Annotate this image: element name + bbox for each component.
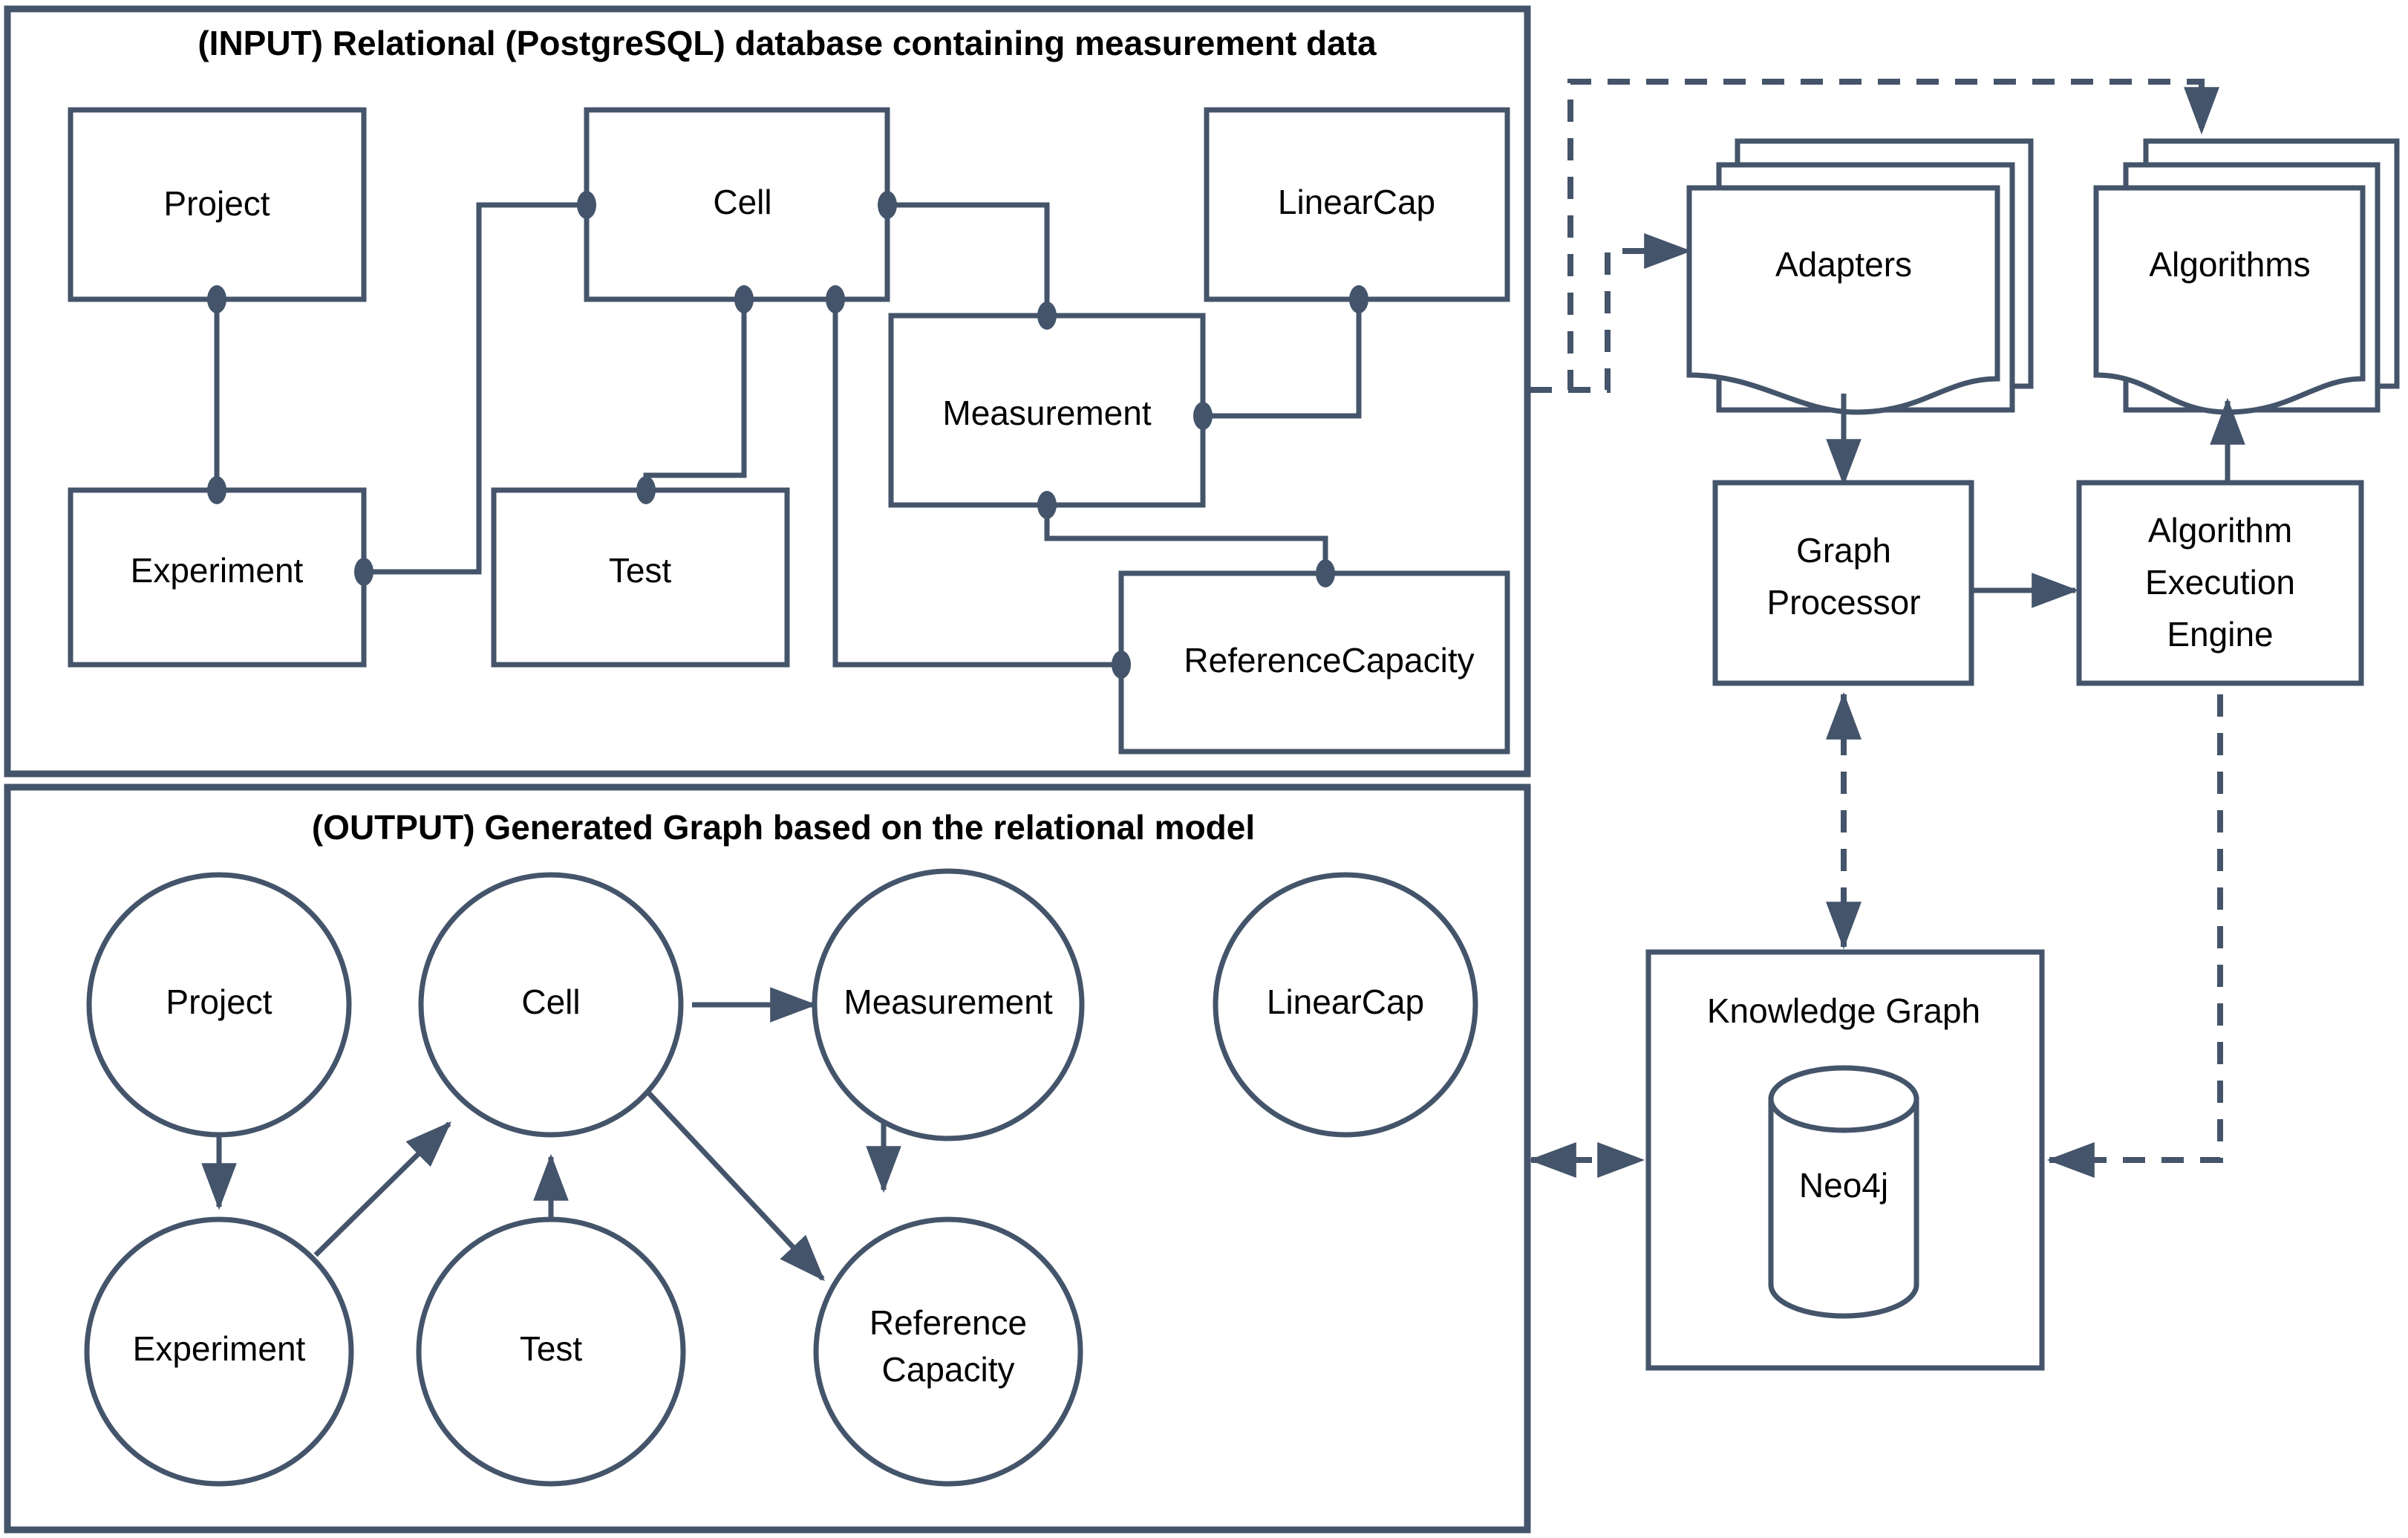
algorithm-engine-label-line1: Algorithm (2148, 511, 2292, 550)
architecture-diagram: (INPUT) Relational (PostgreSQL) database… (4, 5, 2400, 1534)
knowledge-graph-label: Knowledge Graph (1707, 991, 1980, 1030)
adapters-label: Adapters (1775, 245, 1912, 284)
adapters-sheet-front (1686, 185, 2000, 415)
output-node-measurement[interactable]: Measurement (812, 868, 1085, 1141)
graph-processor-box[interactable]: Graph Processor (1712, 480, 1974, 686)
input-table-measurement[interactable]: Measurement (888, 313, 1206, 508)
output-node-project-label: Project (166, 983, 272, 1021)
relation-dot (826, 285, 845, 313)
algorithm-execution-engine-box[interactable]: Algorithm Execution Engine (2076, 480, 2364, 686)
input-table-linearcap[interactable]: LinearCap (1204, 107, 1510, 302)
relation-dot (207, 285, 226, 313)
relation-dot (636, 476, 656, 504)
relation-dot (878, 191, 897, 219)
algorithms-stack[interactable]: Algorithms (2093, 138, 2400, 415)
diagram-canvas: (INPUT) Relational (PostgreSQL) database… (0, 0, 2408, 1538)
input-table-project[interactable]: Project (68, 107, 367, 302)
knowledge-graph-box[interactable]: Knowledge Graph Neo4j (1645, 949, 2045, 1371)
input-table-cell[interactable]: Cell (584, 107, 890, 302)
output-node-referencecapacity-label-line1: Reference (869, 1303, 1027, 1342)
output-node-test[interactable]: Test (416, 1216, 686, 1487)
input-table-measurement-label: Measurement (942, 394, 1151, 432)
output-node-cell-label: Cell (521, 983, 580, 1021)
neo4j-label: Neo4j (1799, 1166, 1888, 1205)
input-table-referencecapacity-label: ReferenceCapacity (1184, 641, 1474, 680)
relation-dot (577, 191, 596, 219)
input-table-test[interactable]: Test (491, 487, 790, 668)
output-node-cell[interactable]: Cell (418, 872, 684, 1138)
output-node-test-label: Test (520, 1329, 583, 1368)
input-table-linearcap-label: LinearCap (1278, 183, 1435, 221)
algorithms-sheet-front (2093, 185, 2366, 415)
algorithms-label: Algorithms (2149, 245, 2310, 284)
output-panel: (OUTPUT) Generated Graph based on the re… (4, 783, 1531, 1534)
input-table-project-label: Project (163, 184, 270, 223)
output-panel-title: (OUTPUT) Generated Graph based on the re… (312, 808, 1255, 847)
output-node-experiment-label: Experiment (133, 1329, 306, 1368)
input-table-referencecapacity[interactable]: ReferenceCapacity (1118, 570, 1510, 755)
dashed-input-to-adapters (1530, 233, 1692, 393)
output-node-linearcap[interactable]: LinearCap (1213, 872, 1478, 1138)
input-table-experiment-label: Experiment (131, 551, 304, 590)
algorithm-engine-label-line2: Execution (2145, 563, 2295, 602)
relation-dot (207, 476, 226, 504)
input-table-test-label: Test (609, 551, 672, 590)
input-panel: (INPUT) Relational (PostgreSQL) database… (4, 5, 1531, 778)
neo4j-database-icon: Neo4j (1768, 1065, 1919, 1319)
relation-dot (1037, 302, 1057, 330)
graph-processor-label-line2: Processor (1766, 583, 1920, 622)
algorithm-engine-label-line3: Engine (2167, 615, 2273, 654)
pipeline-section: Adapters Algorithms Graph Processor Algo… (1528, 79, 2400, 1371)
output-node-project[interactable]: Project (86, 872, 352, 1138)
relation-dot (1037, 491, 1057, 519)
relation-dot (354, 558, 373, 586)
input-table-cell-label: Cell (713, 183, 771, 221)
relation-dot (1193, 402, 1213, 430)
output-node-measurement-label: Measurement (844, 983, 1052, 1021)
relation-dot (1349, 285, 1368, 313)
output-node-referencecapacity-label-line2: Capacity (882, 1350, 1015, 1389)
input-panel-title: (INPUT) Relational (PostgreSQL) database… (198, 24, 1377, 62)
adapters-stack[interactable]: Adapters (1686, 138, 2034, 415)
input-table-experiment[interactable]: Experiment (68, 487, 367, 668)
relation-dot (734, 285, 754, 313)
output-node-linearcap-label: LinearCap (1267, 983, 1424, 1021)
relation-dot (1112, 651, 1131, 679)
graph-processor-label-line1: Graph (1796, 531, 1891, 570)
output-node-experiment[interactable]: Experiment (84, 1216, 354, 1487)
output-node-referencecapacity[interactable]: Reference Capacity (813, 1216, 1083, 1487)
dashed-engine-knowledgegraph (2046, 694, 2223, 1178)
relation-dot (1316, 559, 1335, 587)
